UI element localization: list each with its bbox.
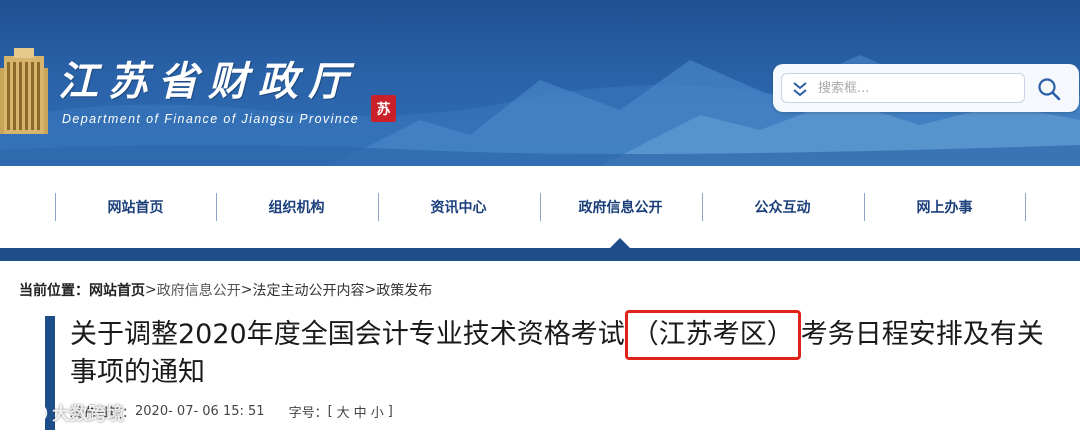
active-nav-indicator	[610, 238, 630, 248]
search-input[interactable]	[818, 74, 1018, 102]
watermark-text: 大数跨境	[52, 404, 124, 425]
search-field-wrapper	[781, 73, 1025, 103]
breadcrumb-link-statutory[interactable]: 法定主动公开内容	[252, 280, 364, 300]
font-size-bracket-close: ]	[387, 403, 393, 419]
nav-item-gov-info[interactable]: 政府信息公开	[540, 192, 701, 222]
double-chevron-down-icon[interactable]	[792, 80, 808, 98]
breadcrumb: 当前位置： 网站首页 > 政府信息公开 > 法定主动公开内容 > 政策发布	[19, 280, 432, 300]
nav-item-news[interactable]: 资讯中心	[378, 192, 539, 222]
site-subtitle: Department of Finance of Jiangsu Provinc…	[62, 112, 360, 126]
highlighted-region-box: （江苏考区）	[624, 310, 801, 360]
site-title: 江苏省财政厅	[58, 58, 358, 105]
red-seal-logo: 苏	[371, 95, 396, 122]
font-size-small[interactable]: 小	[371, 402, 384, 421]
breadcrumb-link-policy[interactable]: 政策发布	[376, 280, 432, 300]
font-size-medium[interactable]: 中	[354, 402, 367, 421]
nav-item-organization[interactable]: 组织机构	[216, 192, 377, 222]
site-banner: 江苏省财政厅 Department of Finance of Jiangsu …	[0, 0, 1080, 166]
breadcrumb-home-link[interactable]: 网站首页	[89, 280, 145, 300]
font-size-bracket-open: [	[327, 403, 333, 419]
nav-underline-bar	[0, 248, 1080, 261]
building-logo-icon	[0, 48, 48, 134]
font-size-large[interactable]: 大	[337, 402, 350, 421]
nav-item-online-service[interactable]: 网上办事	[864, 192, 1025, 222]
breadcrumb-separator: >	[145, 282, 157, 298]
font-size-label: 字号：	[288, 405, 328, 421]
breadcrumb-separator: >	[240, 282, 253, 298]
article-title-text: 关于调整2020年度全国会计专业技术资格考试	[70, 319, 625, 350]
breadcrumb-label: 当前位置：	[19, 283, 89, 299]
nav-item-home[interactable]: 网站首页	[55, 192, 216, 222]
breadcrumb-separator: >	[364, 282, 377, 298]
main-nav: 网站首页 组织机构 资讯中心 政府信息公开 公众互动 网上办事	[0, 166, 1080, 248]
breadcrumb-link-gov-info[interactable]: 政府信息公开	[157, 280, 241, 300]
watermark: 大数跨境	[10, 399, 124, 427]
search-icon[interactable]	[1036, 76, 1062, 102]
publish-date: 2020- 07- 06 15: 51	[135, 403, 265, 419]
nav-divider	[1025, 193, 1026, 221]
nav-item-interaction[interactable]: 公众互动	[702, 192, 863, 222]
watermark-logo-icon	[10, 403, 48, 423]
search-box	[773, 64, 1079, 112]
article-title: 关于调整2020年度全国会计专业技术资格考试 （江苏考区） 考务日程安排及有关事项的…	[70, 310, 1060, 392]
